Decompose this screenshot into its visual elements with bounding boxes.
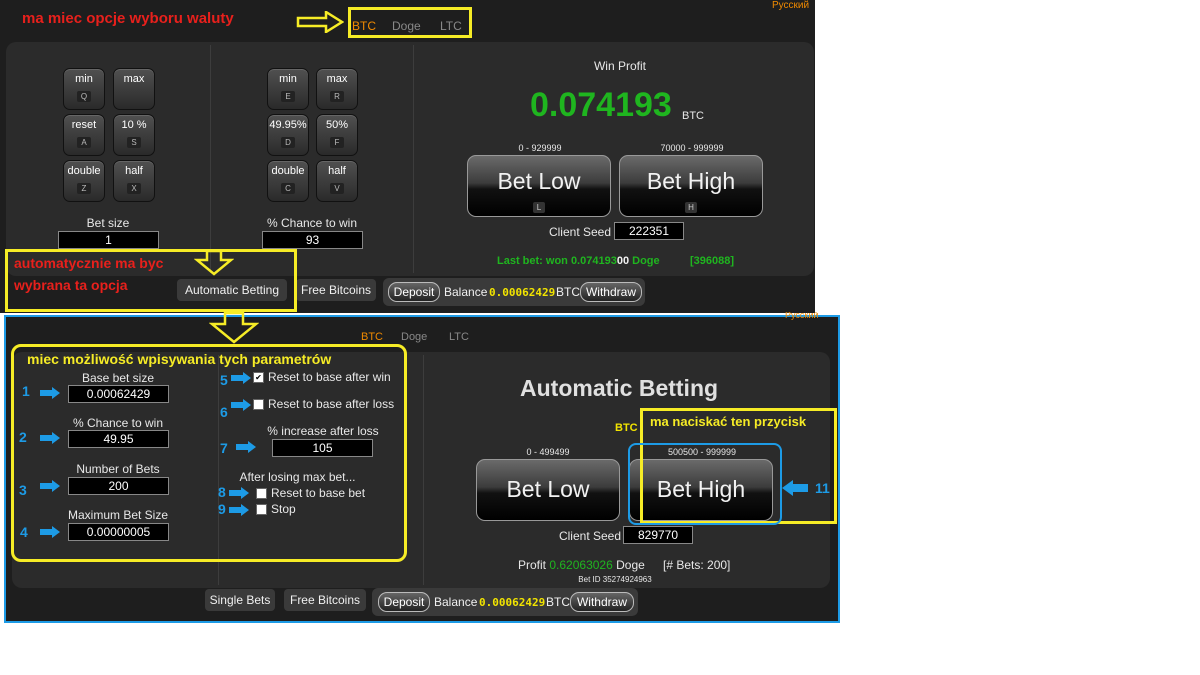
click-note: ma naciskać ten przycisk (650, 414, 807, 429)
blue-arrow-6-icon (231, 399, 251, 411)
balance-label: Balance (444, 285, 488, 299)
marker-7: 7 (220, 440, 228, 456)
yellow-arrow-right-icon (296, 11, 344, 33)
yellow-arrow-down-icon-2 (209, 312, 259, 344)
bet-id[interactable]: Bet ID 35274924963 (560, 575, 670, 584)
reset-bet-button[interactable]: reset A (63, 114, 105, 156)
marker-1: 1 (22, 383, 30, 399)
bet-high-button[interactable]: Bet High H (619, 155, 763, 217)
bet-size-label: Bet size (86, 216, 130, 230)
bet-high-label: Bet High (646, 168, 736, 194)
chance-label: % Chance to win (266, 216, 358, 230)
bet-high-blue-highlight (628, 443, 782, 525)
chance-50-button[interactable]: 50% F (316, 114, 358, 156)
bottom-tab-btc[interactable]: BTC (361, 331, 383, 343)
bottom-bet-low-range: 0 - 499499 (526, 447, 570, 457)
marker-9: 9 (218, 501, 226, 517)
max-chance-button[interactable]: max R (316, 68, 358, 110)
marker-3: 3 (19, 482, 27, 498)
bottom-balance-value: 0.00062429 (479, 596, 546, 609)
bet-high-range: 70000 - 999999 (660, 143, 724, 153)
marker-6: 6 (220, 404, 228, 420)
bottom-client-seed-input[interactable]: 829770 (623, 526, 693, 544)
bottom-tab-doge[interactable]: Doge (401, 331, 427, 343)
blue-arrow-2-icon (40, 432, 60, 444)
bet-low-button[interactable]: Bet Low L (467, 155, 611, 217)
bottom-bet-low-label: Bet Low (506, 476, 590, 502)
max-bet-button[interactable]: max (113, 68, 155, 110)
blue-arrow-5-icon (231, 372, 251, 384)
bottom-client-seed-label: Client Seed (558, 529, 622, 543)
deposit-button[interactable]: Deposit (388, 282, 440, 302)
blue-arrow-3-icon (40, 480, 60, 492)
client-seed-input[interactable]: 222351 (614, 222, 684, 240)
bottom-free-bitcoins-tab[interactable]: Free Bitcoins (284, 589, 366, 611)
auto-note-line2: wybrana ta opcja (14, 277, 128, 293)
bottom-deposit-button[interactable]: Deposit (378, 592, 430, 612)
min-chance-button[interactable]: min E (267, 68, 309, 110)
bottom-balance-unit: BTC (546, 595, 570, 609)
win-profit-label: Win Profit (593, 59, 646, 73)
blue-arrow-9-icon (229, 504, 249, 516)
balance-value: 0.00062429 (489, 286, 556, 299)
bets-count: [# Bets: 200] (663, 558, 731, 572)
yellow-arrow-down-icon (194, 250, 234, 276)
free-bitcoins-tab[interactable]: Free Bitcoins (296, 279, 376, 301)
top-divider-1 (210, 45, 211, 273)
client-seed-label: Client Seed (548, 225, 612, 239)
bet-size-input[interactable]: 1 (58, 231, 159, 249)
blue-arrow-4-icon (40, 526, 60, 538)
marker-8: 8 (218, 484, 226, 500)
single-bets-tab[interactable]: Single Bets (205, 589, 275, 611)
marker-5: 5 (220, 372, 228, 388)
profit-text: Profit 0.62063026 Doge (518, 558, 645, 572)
params-note-box (11, 344, 407, 562)
bet-low-label: Bet Low (497, 168, 581, 194)
chance-4995-button[interactable]: 49.95% D (267, 114, 309, 156)
half-bet-button[interactable]: half X (113, 160, 155, 202)
blue-arrow-8-icon (229, 487, 249, 499)
bottom-tab-ltc[interactable]: LTC (449, 331, 469, 343)
min-bet-button[interactable]: min Q (63, 68, 105, 110)
blue-arrow-11-icon (782, 480, 808, 496)
bottom-divider-2 (423, 355, 424, 585)
double-chance-button[interactable]: double C (267, 160, 309, 202)
blue-arrow-7-icon (236, 441, 256, 453)
bottom-balance-label: Balance (434, 595, 478, 609)
double-bet-button[interactable]: double Z (63, 160, 105, 202)
balance-unit: BTC (556, 285, 580, 299)
last-bet-id[interactable]: [396088] (690, 255, 734, 267)
bottom-language-link[interactable]: Русский (785, 312, 830, 320)
language-link[interactable]: Русский (772, 0, 809, 11)
last-bet-text: Last bet: won 0.07419300 Doge (497, 255, 660, 267)
currency-note: ma miec opcje wyboru waluty (22, 10, 234, 27)
ten-percent-button[interactable]: 10 % S (113, 114, 155, 156)
auto-note-line1: automatycznie ma byc (14, 255, 164, 271)
chance-input[interactable]: 93 (262, 231, 363, 249)
currency-label: BTC (615, 422, 638, 434)
marker-11: 11 (815, 480, 830, 496)
bottom-withdraw-button[interactable]: Withdraw (570, 592, 634, 612)
currency-highlight-box (348, 7, 472, 38)
automatic-betting-title: Automatic Betting (520, 375, 719, 401)
marker-4: 4 (20, 524, 28, 540)
win-profit-value: 0.074193 (530, 86, 672, 124)
marker-2: 2 (19, 429, 27, 445)
win-profit-unit: BTC (682, 110, 704, 122)
params-note: miec możliwość wpisywania tych parametró… (27, 351, 332, 367)
top-divider-2 (413, 45, 414, 273)
withdraw-button[interactable]: Withdraw (580, 282, 642, 302)
blue-arrow-1-icon (40, 387, 60, 399)
bottom-bet-low-button[interactable]: Bet Low (476, 459, 620, 521)
bet-low-range: 0 - 929999 (518, 143, 562, 153)
half-chance-button[interactable]: half V (316, 160, 358, 202)
